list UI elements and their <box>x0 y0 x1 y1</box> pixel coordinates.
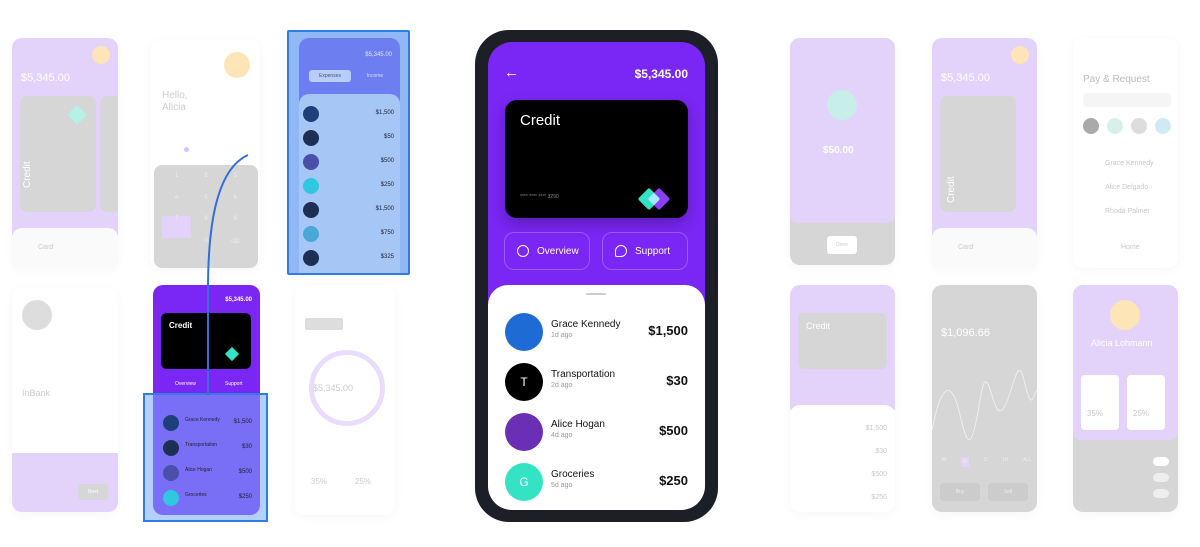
add-contact-button[interactable] <box>1083 118 1099 134</box>
transaction-time: 4d ago <box>551 432 573 439</box>
credit-screen: ← $5,345.00 Credit **** **** **** 3290 O… <box>488 42 705 510</box>
pie-chart-icon <box>517 245 529 257</box>
avatar: G <box>505 463 543 501</box>
stock-value: $1,096.66 <box>941 327 990 339</box>
contact[interactable]: Alice Delgado <box>1105 184 1148 191</box>
profile-screen: Alicia Lohmann 35% 25% <box>1073 285 1178 512</box>
profile-name: Alicia Lohmann <box>1091 338 1153 348</box>
avatar <box>505 313 543 351</box>
support-button[interactable]: Support <box>602 232 688 270</box>
avatar <box>505 413 543 451</box>
transaction-row[interactable]: Grace Kennedy 1d ago $1,500 <box>505 313 688 353</box>
transaction-name: Groceries <box>551 469 595 480</box>
nav-home[interactable]: Home <box>1121 244 1140 251</box>
stat: 25% <box>1133 409 1150 418</box>
stat: 35% <box>1087 409 1104 418</box>
transaction-time: 5d ago <box>551 482 573 489</box>
transaction-amount: $1,500 <box>648 323 688 338</box>
credit-card[interactable]: Credit **** **** **** 3290 <box>505 100 688 218</box>
price-line-chart <box>932 370 1037 440</box>
balance: $5,345.00 <box>634 67 688 81</box>
transaction-name: Transportation <box>551 369 616 380</box>
card-title: Credit <box>946 176 957 203</box>
period-tab[interactable]: D <box>984 457 988 467</box>
screen-title: Pay & Request <box>1083 74 1150 85</box>
period-tab[interactable]: 1H <box>1002 457 1008 467</box>
amount: $1,500 <box>865 425 887 432</box>
avatar: T <box>505 363 543 401</box>
nav-card[interactable]: Card <box>958 244 973 251</box>
overview-button[interactable]: Overview <box>504 232 590 270</box>
button-label: Overview <box>537 245 579 257</box>
period-tab[interactable]: M <box>942 457 946 467</box>
transaction-row[interactable]: G Groceries 5d ago $250 <box>505 463 688 503</box>
stock-chart-screen: $1,096.66 M W D 1H ALL Buy Sell <box>932 285 1037 512</box>
credit-faded-screen: Credit $1,500 $30 $500 $250 <box>790 285 895 512</box>
wallet-screen-2: $5,345.00 Credit Card <box>932 38 1037 268</box>
card-title: Credit <box>520 112 561 129</box>
period-tab[interactable]: W <box>960 457 970 467</box>
sent-amount: $50.00 <box>823 145 854 156</box>
transaction-row[interactable]: Alice Hogan 4d ago $500 <box>505 413 688 453</box>
avatar <box>1110 300 1140 330</box>
amount: $30 <box>875 448 887 455</box>
avatar[interactable] <box>1107 118 1123 134</box>
button-label: Support <box>635 245 671 257</box>
transaction-time: 1d ago <box>551 332 573 339</box>
buy-button[interactable]: Buy <box>940 483 980 501</box>
drag-handle[interactable] <box>586 293 606 295</box>
toggle[interactable] <box>1153 489 1169 498</box>
done-button[interactable]: Done <box>827 236 857 254</box>
chat-icon <box>615 245 627 257</box>
balance: $5,345.00 <box>941 72 990 84</box>
pay-request-screen: Pay & Request Grace Kennedy Alice Delgad… <box>1073 38 1178 268</box>
sell-button[interactable]: Sell <box>988 483 1028 501</box>
back-icon[interactable]: ← <box>504 64 519 81</box>
contact[interactable]: Rhoda Palmer <box>1105 208 1150 215</box>
toggle[interactable] <box>1153 457 1169 466</box>
transaction-amount: $30 <box>666 373 688 388</box>
period-tab[interactable]: ALL <box>1023 457 1032 467</box>
amount: $500 <box>871 471 887 478</box>
card-title: Credit <box>806 321 831 331</box>
card-logo-icon <box>637 187 671 213</box>
avatar[interactable] <box>1155 118 1171 134</box>
payment-sent-screen: $50.00 Done <box>790 38 895 265</box>
transaction-row[interactable]: T Transportation 2d ago $30 <box>505 363 688 403</box>
transaction-name: Alice Hogan <box>551 419 605 430</box>
transactions-sheet: Grace Kennedy 1d ago $1,500 T Transportat… <box>488 285 705 510</box>
avatar <box>827 90 857 120</box>
transaction-amount: $250 <box>659 473 688 488</box>
search-input[interactable] <box>1083 93 1171 107</box>
avatar <box>1011 46 1029 64</box>
phone-mockup: ← $5,345.00 Credit **** **** **** 3290 O… <box>475 30 718 522</box>
transaction-time: 2d ago <box>551 382 573 389</box>
avatar[interactable] <box>1131 118 1147 134</box>
toggle[interactable] <box>1153 473 1169 482</box>
transaction-name: Grace Kennedy <box>551 319 621 330</box>
contact[interactable]: Grace Kennedy <box>1105 160 1154 167</box>
card-number: **** **** **** 3290 <box>520 194 559 200</box>
amount: $250 <box>871 494 887 501</box>
transaction-amount: $500 <box>659 423 688 438</box>
